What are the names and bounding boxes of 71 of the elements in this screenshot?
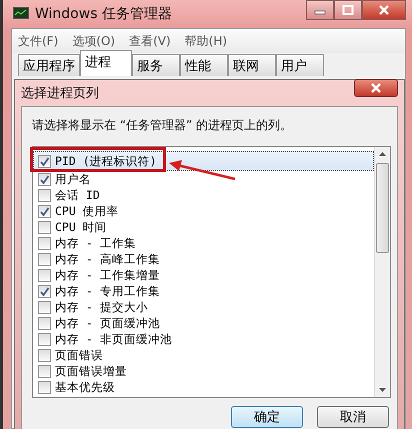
list-item[interactable]: 内存 - 专用工作集 — [33, 283, 374, 299]
item-label: 内存 - 工作集增量 — [55, 268, 160, 282]
menu-item[interactable]: 文件(F) — [18, 32, 58, 50]
item-label: 基本优先级 — [55, 380, 115, 394]
item-label: 会话 ID — [55, 188, 100, 202]
scroll-thumb[interactable] — [376, 163, 389, 253]
dialog-title: 选择进程页列 — [21, 85, 99, 102]
checkbox[interactable] — [38, 348, 51, 362]
checkbox[interactable] — [38, 364, 51, 378]
item-label: 内存 - 专用工作集 — [55, 284, 160, 298]
list-item[interactable]: CPU 时间 — [33, 219, 374, 235]
instruction-text: 请选择将显示在 “任务管理器” 的进程页上的列。 — [32, 117, 294, 134]
checkbox[interactable] — [38, 188, 51, 202]
checkbox[interactable] — [38, 332, 51, 346]
checkbox[interactable] — [38, 316, 51, 330]
item-label: 内存 - 高峰工作集 — [55, 252, 160, 266]
annotation-arrow — [167, 159, 237, 181]
tab[interactable]: 进程 — [80, 50, 132, 76]
item-label: 内存 - 页面缓冲池 — [55, 316, 160, 330]
checkbox[interactable] — [38, 268, 51, 282]
checkbox[interactable] — [38, 284, 51, 298]
list-item[interactable]: 内存 - 工作集增量 — [33, 267, 374, 283]
item-label: 页面错误 — [55, 348, 103, 362]
dialog-button[interactable]: 确定 — [231, 406, 303, 428]
list-item[interactable]: 页面错误 — [33, 347, 374, 363]
checkbox[interactable] — [38, 220, 51, 234]
menu-item[interactable]: 查看(V) — [129, 32, 171, 50]
minimize-button[interactable] — [306, 0, 334, 20]
tab[interactable]: 服务 — [132, 54, 180, 76]
checkbox[interactable] — [38, 252, 51, 266]
item-label: CPU 时间 — [55, 220, 107, 234]
list-item[interactable]: 基本优先级 — [33, 379, 374, 395]
tab[interactable]: 应用程序 — [18, 54, 80, 76]
tab[interactable]: 联网 — [228, 54, 276, 76]
checkbox[interactable] — [38, 154, 51, 168]
close-icon — [370, 83, 382, 93]
list-item[interactable]: 页面错误增量 — [33, 363, 374, 379]
checkbox[interactable] — [38, 380, 51, 394]
window-title: Windows 任务管理器 — [35, 5, 172, 23]
item-label: 页面错误增量 — [55, 364, 127, 378]
list-item[interactable]: 内存 - 高峰工作集 — [33, 251, 374, 267]
close-button[interactable] — [354, 79, 398, 97]
list-item[interactable]: 内存 - 非页面缓冲池 — [33, 331, 374, 347]
item-label: CPU 使用率 — [55, 204, 119, 218]
menu-item[interactable]: 选项(O) — [72, 32, 116, 50]
scrollbar[interactable] — [374, 147, 390, 397]
checkbox[interactable] — [38, 204, 51, 218]
maximize-button[interactable] — [334, 0, 362, 20]
item-label: 内存 - 工作集 — [55, 236, 136, 250]
tab[interactable]: 用户 — [276, 54, 324, 76]
checkbox[interactable] — [38, 172, 51, 186]
checkbox[interactable] — [38, 300, 51, 314]
monitor-icon — [13, 7, 29, 21]
list-item[interactable]: 内存 - 页面缓冲池 — [33, 315, 374, 331]
list-item[interactable]: 用户名 — [33, 171, 374, 187]
maximize-icon — [342, 5, 354, 15]
dialog-button[interactable]: 取消 — [317, 406, 389, 428]
item-label: 内存 - 提交大小 — [55, 300, 148, 314]
checkbox[interactable] — [38, 236, 51, 250]
item-label: PID (进程标识符) — [55, 154, 157, 168]
menu-item[interactable]: 帮助(H) — [184, 32, 228, 50]
list-item[interactable]: 会话 ID — [33, 187, 374, 203]
list-item[interactable]: CPU 使用率 — [33, 203, 374, 219]
list-item[interactable]: 内存 - 提交大小 — [33, 299, 374, 315]
item-label: 用户名 — [55, 172, 91, 186]
close-icon — [378, 5, 390, 15]
list-item[interactable]: 内存 - 工作集 — [33, 235, 374, 251]
list-item[interactable]: PID (进程标识符) — [33, 151, 374, 171]
tab[interactable]: 性能 — [180, 54, 228, 76]
item-label: 内存 - 非页面缓冲池 — [55, 332, 172, 346]
close-button[interactable] — [362, 0, 406, 20]
